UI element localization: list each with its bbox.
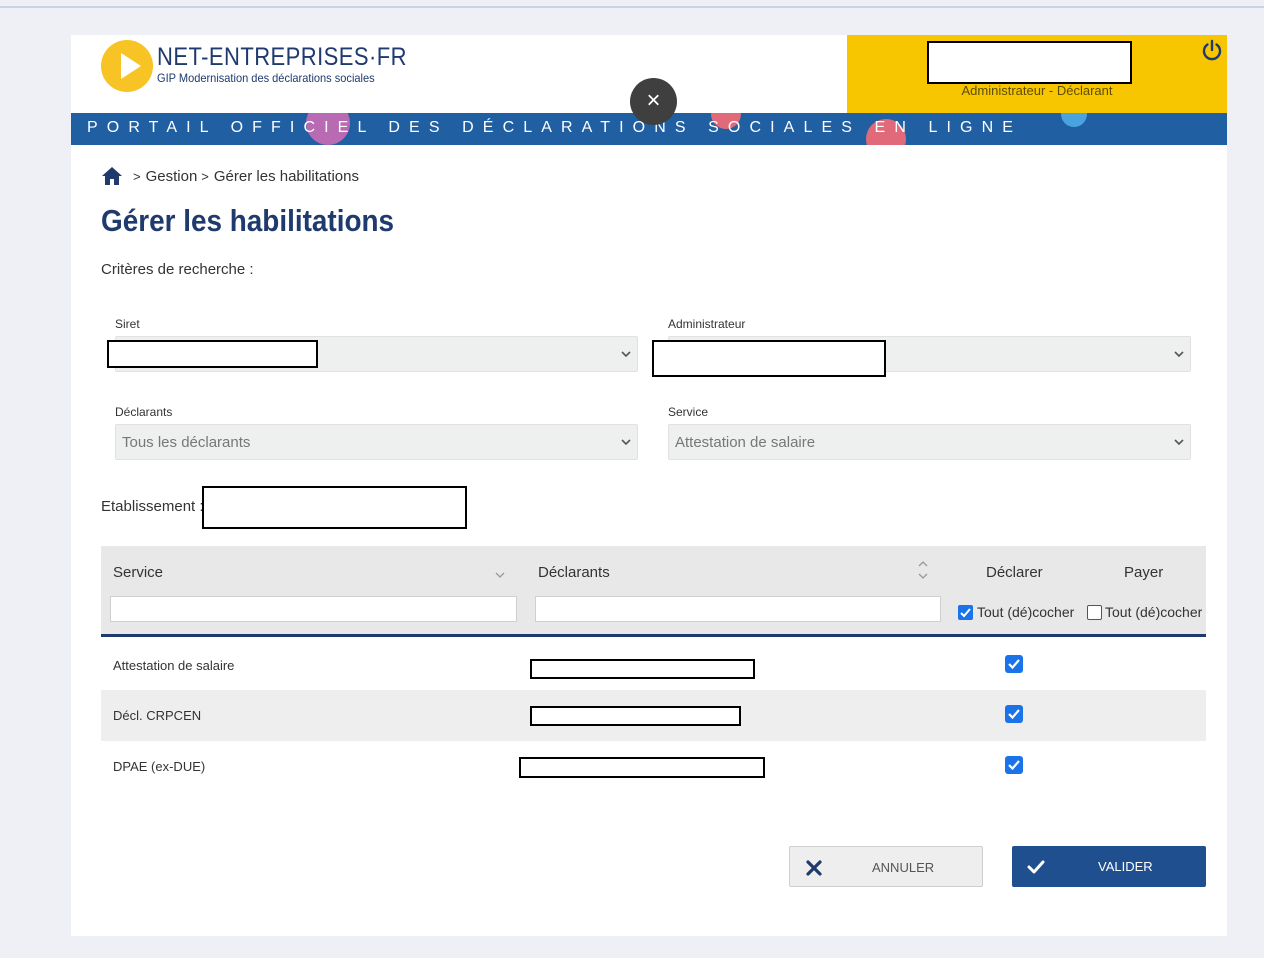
column-header-declarer: Déclarer: [986, 564, 1043, 581]
table-header: Service Déclarants Déclarer Payer Tout (…: [101, 546, 1206, 637]
check-icon: [1008, 659, 1020, 670]
declarants-label: Déclarants: [115, 405, 173, 419]
payer-toggle-all-checkbox[interactable]: [1087, 605, 1102, 620]
declarants-filter-input[interactable]: [535, 596, 941, 622]
user-panel: Administrateur - Déclarant: [847, 35, 1227, 114]
administrateur-label: Administrateur: [668, 317, 746, 331]
power-icon[interactable]: [1201, 39, 1223, 61]
validate-button[interactable]: VALIDER: [1012, 846, 1206, 887]
chevron-down-icon: [621, 351, 631, 358]
breadcrumb-separator: >: [133, 168, 141, 184]
column-header-payer: Payer: [1124, 564, 1164, 581]
page-title: Gérer les habilitations: [101, 203, 395, 238]
check-icon: [960, 608, 971, 618]
service-filter-input[interactable]: [110, 596, 517, 622]
administrateur-value-redacted: [652, 340, 886, 377]
check-icon: [1008, 760, 1020, 771]
siret-label: Siret: [115, 317, 140, 331]
home-icon[interactable]: [101, 166, 123, 186]
banner-decoration: [1061, 113, 1087, 127]
siret-value-redacted: [107, 340, 318, 368]
check-icon: [1008, 709, 1020, 720]
row-declarant-redacted: [519, 757, 765, 778]
payer-toggle-all-label[interactable]: Tout (dé)cocher: [1105, 604, 1202, 620]
chevron-down-icon: [1174, 351, 1184, 358]
declarer-toggle-all-checkbox[interactable]: [958, 605, 973, 620]
cancel-button[interactable]: ANNULER: [789, 846, 983, 887]
x-icon: [806, 860, 822, 876]
row-service-name: Décl. CRPCEN: [113, 708, 202, 723]
row-declarer-checkbox[interactable]: [1005, 756, 1023, 774]
table-row: Décl. CRPCEN: [101, 690, 1206, 741]
row-declarer-checkbox[interactable]: [1005, 705, 1023, 723]
logo-play-icon: [121, 53, 141, 79]
breadcrumb-item-gestion[interactable]: Gestion: [146, 168, 198, 185]
row-service-name: Attestation de salaire: [113, 658, 235, 673]
search-criteria-label: Critères de recherche :: [101, 261, 254, 278]
column-header-service[interactable]: Service: [113, 564, 163, 581]
service-label: Service: [668, 405, 709, 419]
etablissement-label: Etablissement :: [101, 498, 204, 515]
cancel-button-label: ANNULER: [872, 860, 935, 875]
close-button[interactable]: ×: [630, 78, 677, 125]
banner-text: PORTAIL OFFICIEL DES DÉCLARATIONS SOCIAL…: [87, 119, 1023, 136]
table-row: DPAE (ex-DUE): [101, 741, 1206, 792]
validate-button-label: VALIDER: [1098, 859, 1153, 874]
user-name-redacted: [927, 41, 1132, 84]
chevron-down-icon[interactable]: [495, 570, 505, 580]
row-declarer-checkbox[interactable]: [1005, 655, 1023, 673]
breadcrumb: > Gestion > Gérer les habilitations: [101, 165, 359, 187]
breadcrumb-item-current: Gérer les habilitations: [213, 167, 359, 185]
row-service-name: DPAE (ex-DUE): [113, 759, 206, 774]
logo-subtitle: GIP Modernisation des déclarations socia…: [157, 71, 375, 85]
table-row: Attestation de salaire: [101, 640, 1206, 691]
chevron-down-icon: [1174, 439, 1184, 446]
check-icon: [1027, 860, 1045, 874]
close-icon: ×: [646, 87, 661, 114]
top-border: [0, 6, 1264, 8]
declarer-toggle-all-label[interactable]: Tout (dé)cocher: [977, 604, 1074, 620]
column-header-declarants[interactable]: Déclarants: [538, 564, 610, 581]
main-card: NET-ENTREPRISES·FR GIP Modernisation des…: [71, 35, 1227, 936]
declarants-select-value: Tous les déclarants: [122, 434, 251, 451]
service-select-value: Attestation de salaire: [675, 434, 816, 451]
etablissement-value-redacted: [202, 486, 467, 529]
service-select[interactable]: Attestation de salaire: [668, 424, 1191, 460]
row-declarant-redacted: [530, 659, 755, 679]
chevron-down-icon: [621, 439, 631, 446]
declarants-select[interactable]: Tous les déclarants: [115, 424, 638, 460]
user-role: Administrateur - Déclarant: [961, 83, 1113, 98]
row-declarant-redacted: [530, 706, 741, 726]
logo-title: NET-ENTREPRISES·FR: [157, 43, 407, 71]
breadcrumb-separator: >: [201, 168, 209, 184]
sort-icon[interactable]: [918, 559, 928, 581]
